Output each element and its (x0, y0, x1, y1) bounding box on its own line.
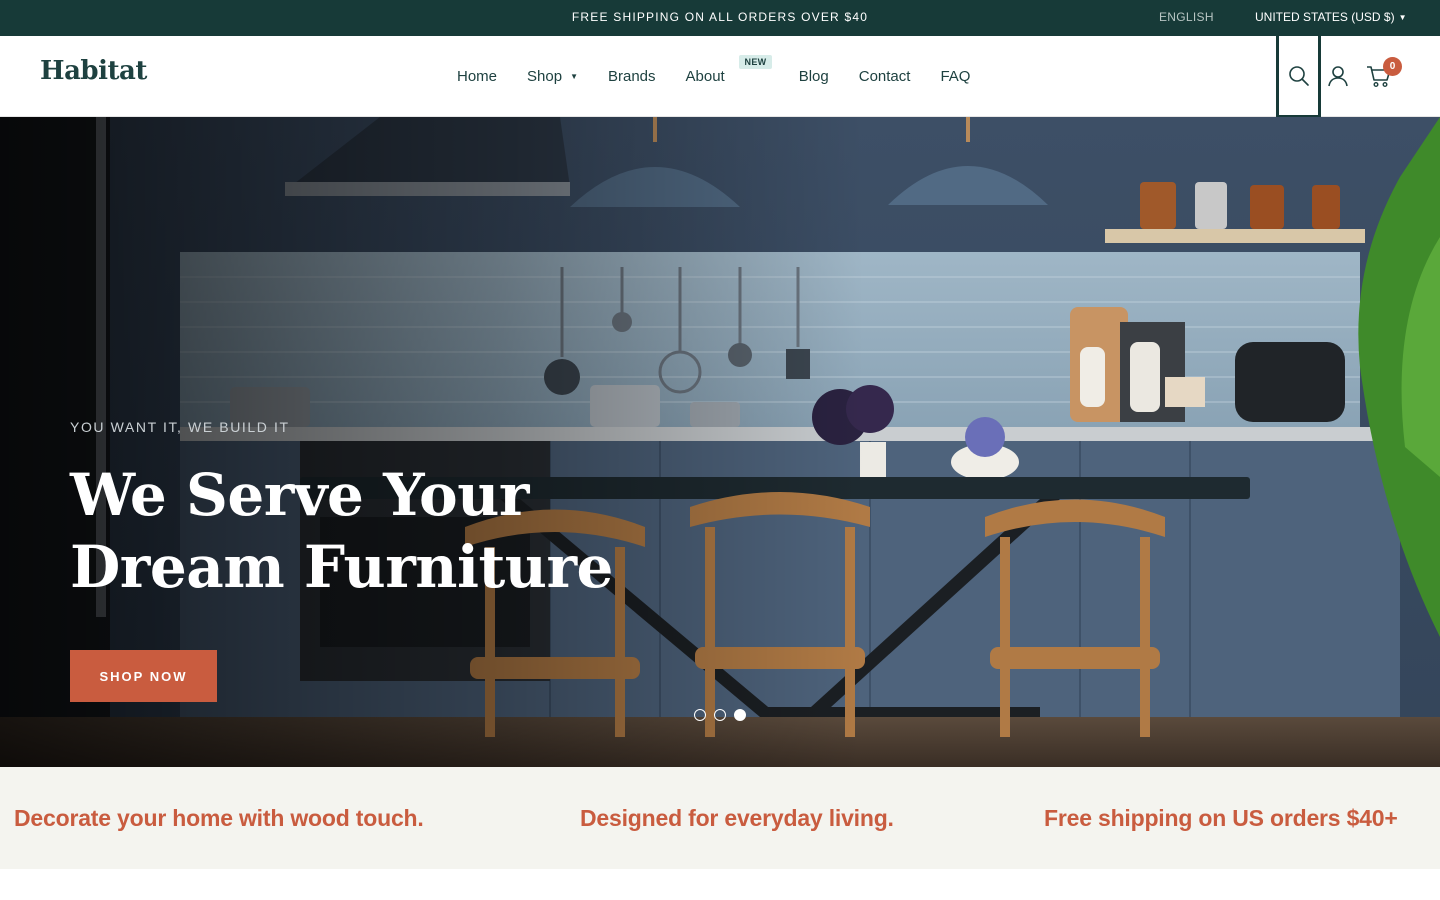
cart-count-badge: 0 (1383, 57, 1402, 76)
announcement-bar: FREE SHIPPING ON ALL ORDERS OVER $40 ENG… (0, 0, 1440, 36)
chevron-down-icon: ▼ (1398, 13, 1407, 22)
country-selector[interactable]: UNITED STATES (USD $) ▼ (1255, 0, 1407, 35)
nav-shop-label: Shop (527, 67, 563, 85)
feature-text: Decorate your home with wood touch. (14, 805, 424, 831)
nav-about[interactable]: About NEW (685, 54, 773, 85)
nav-brands[interactable]: Brands (608, 68, 656, 85)
logo[interactable]: Habitat (40, 56, 147, 86)
nav-brands-label: Brands (607, 67, 656, 85)
nav-contact[interactable]: Contact (859, 68, 911, 85)
nav-faq[interactable]: FAQ (940, 68, 970, 85)
hero-title-line-2: Dream Furniture (70, 533, 613, 601)
main-nav: Home Shop ▼ Brands About NEW Blog Contact … (457, 36, 1000, 116)
chevron-down-icon: ▼ (570, 71, 578, 81)
hero-title: We Serve Your Dream Furniture (70, 459, 630, 603)
nav-blog-label: Blog (798, 67, 829, 85)
new-badge: NEW (738, 54, 773, 69)
feature-strip: Decorate your home with wood touch. Desi… (0, 767, 1440, 869)
search-icon (1288, 65, 1309, 86)
nav-faq-label: FAQ (940, 67, 971, 85)
account-button[interactable] (1324, 36, 1352, 116)
language-selector[interactable]: ENGLISH (1159, 0, 1214, 34)
hero-title-line-1: We Serve Your (70, 461, 529, 529)
nav-home[interactable]: Home (457, 68, 497, 85)
nav-home-label: Home (457, 67, 498, 85)
feature-text: Free shipping on US orders $40+ (1044, 805, 1398, 831)
feature-text: Designed for everyday living. (580, 805, 894, 831)
nav-shop[interactable]: Shop ▼ (527, 68, 578, 85)
slide-dot-3[interactable] (734, 709, 746, 721)
nav-contact-label: Contact (858, 67, 911, 85)
hero-slideshow: YOU WANT IT, WE BUILD IT We Serve Your D… (0, 117, 1440, 767)
site-header: Habitat Home Shop ▼ Brands About NEW Blog … (0, 36, 1440, 118)
announcement-text: FREE SHIPPING ON ALL ORDERS OVER $40 (571, 10, 869, 24)
slide-dot-1[interactable] (694, 709, 706, 721)
search-button[interactable] (1276, 36, 1321, 118)
account-icon (1328, 66, 1348, 87)
slide-dot-2[interactable] (714, 709, 726, 721)
shop-now-button[interactable]: SHOP NOW (70, 650, 217, 702)
hero-eyebrow: YOU WANT IT, WE BUILD IT (70, 419, 290, 435)
cart-button[interactable] (1364, 36, 1394, 116)
country-label: UNITED STATES (USD $) (1255, 10, 1395, 24)
slide-pagination (694, 709, 754, 721)
nav-about-label: About (685, 67, 725, 85)
nav-blog[interactable]: Blog (799, 68, 829, 85)
